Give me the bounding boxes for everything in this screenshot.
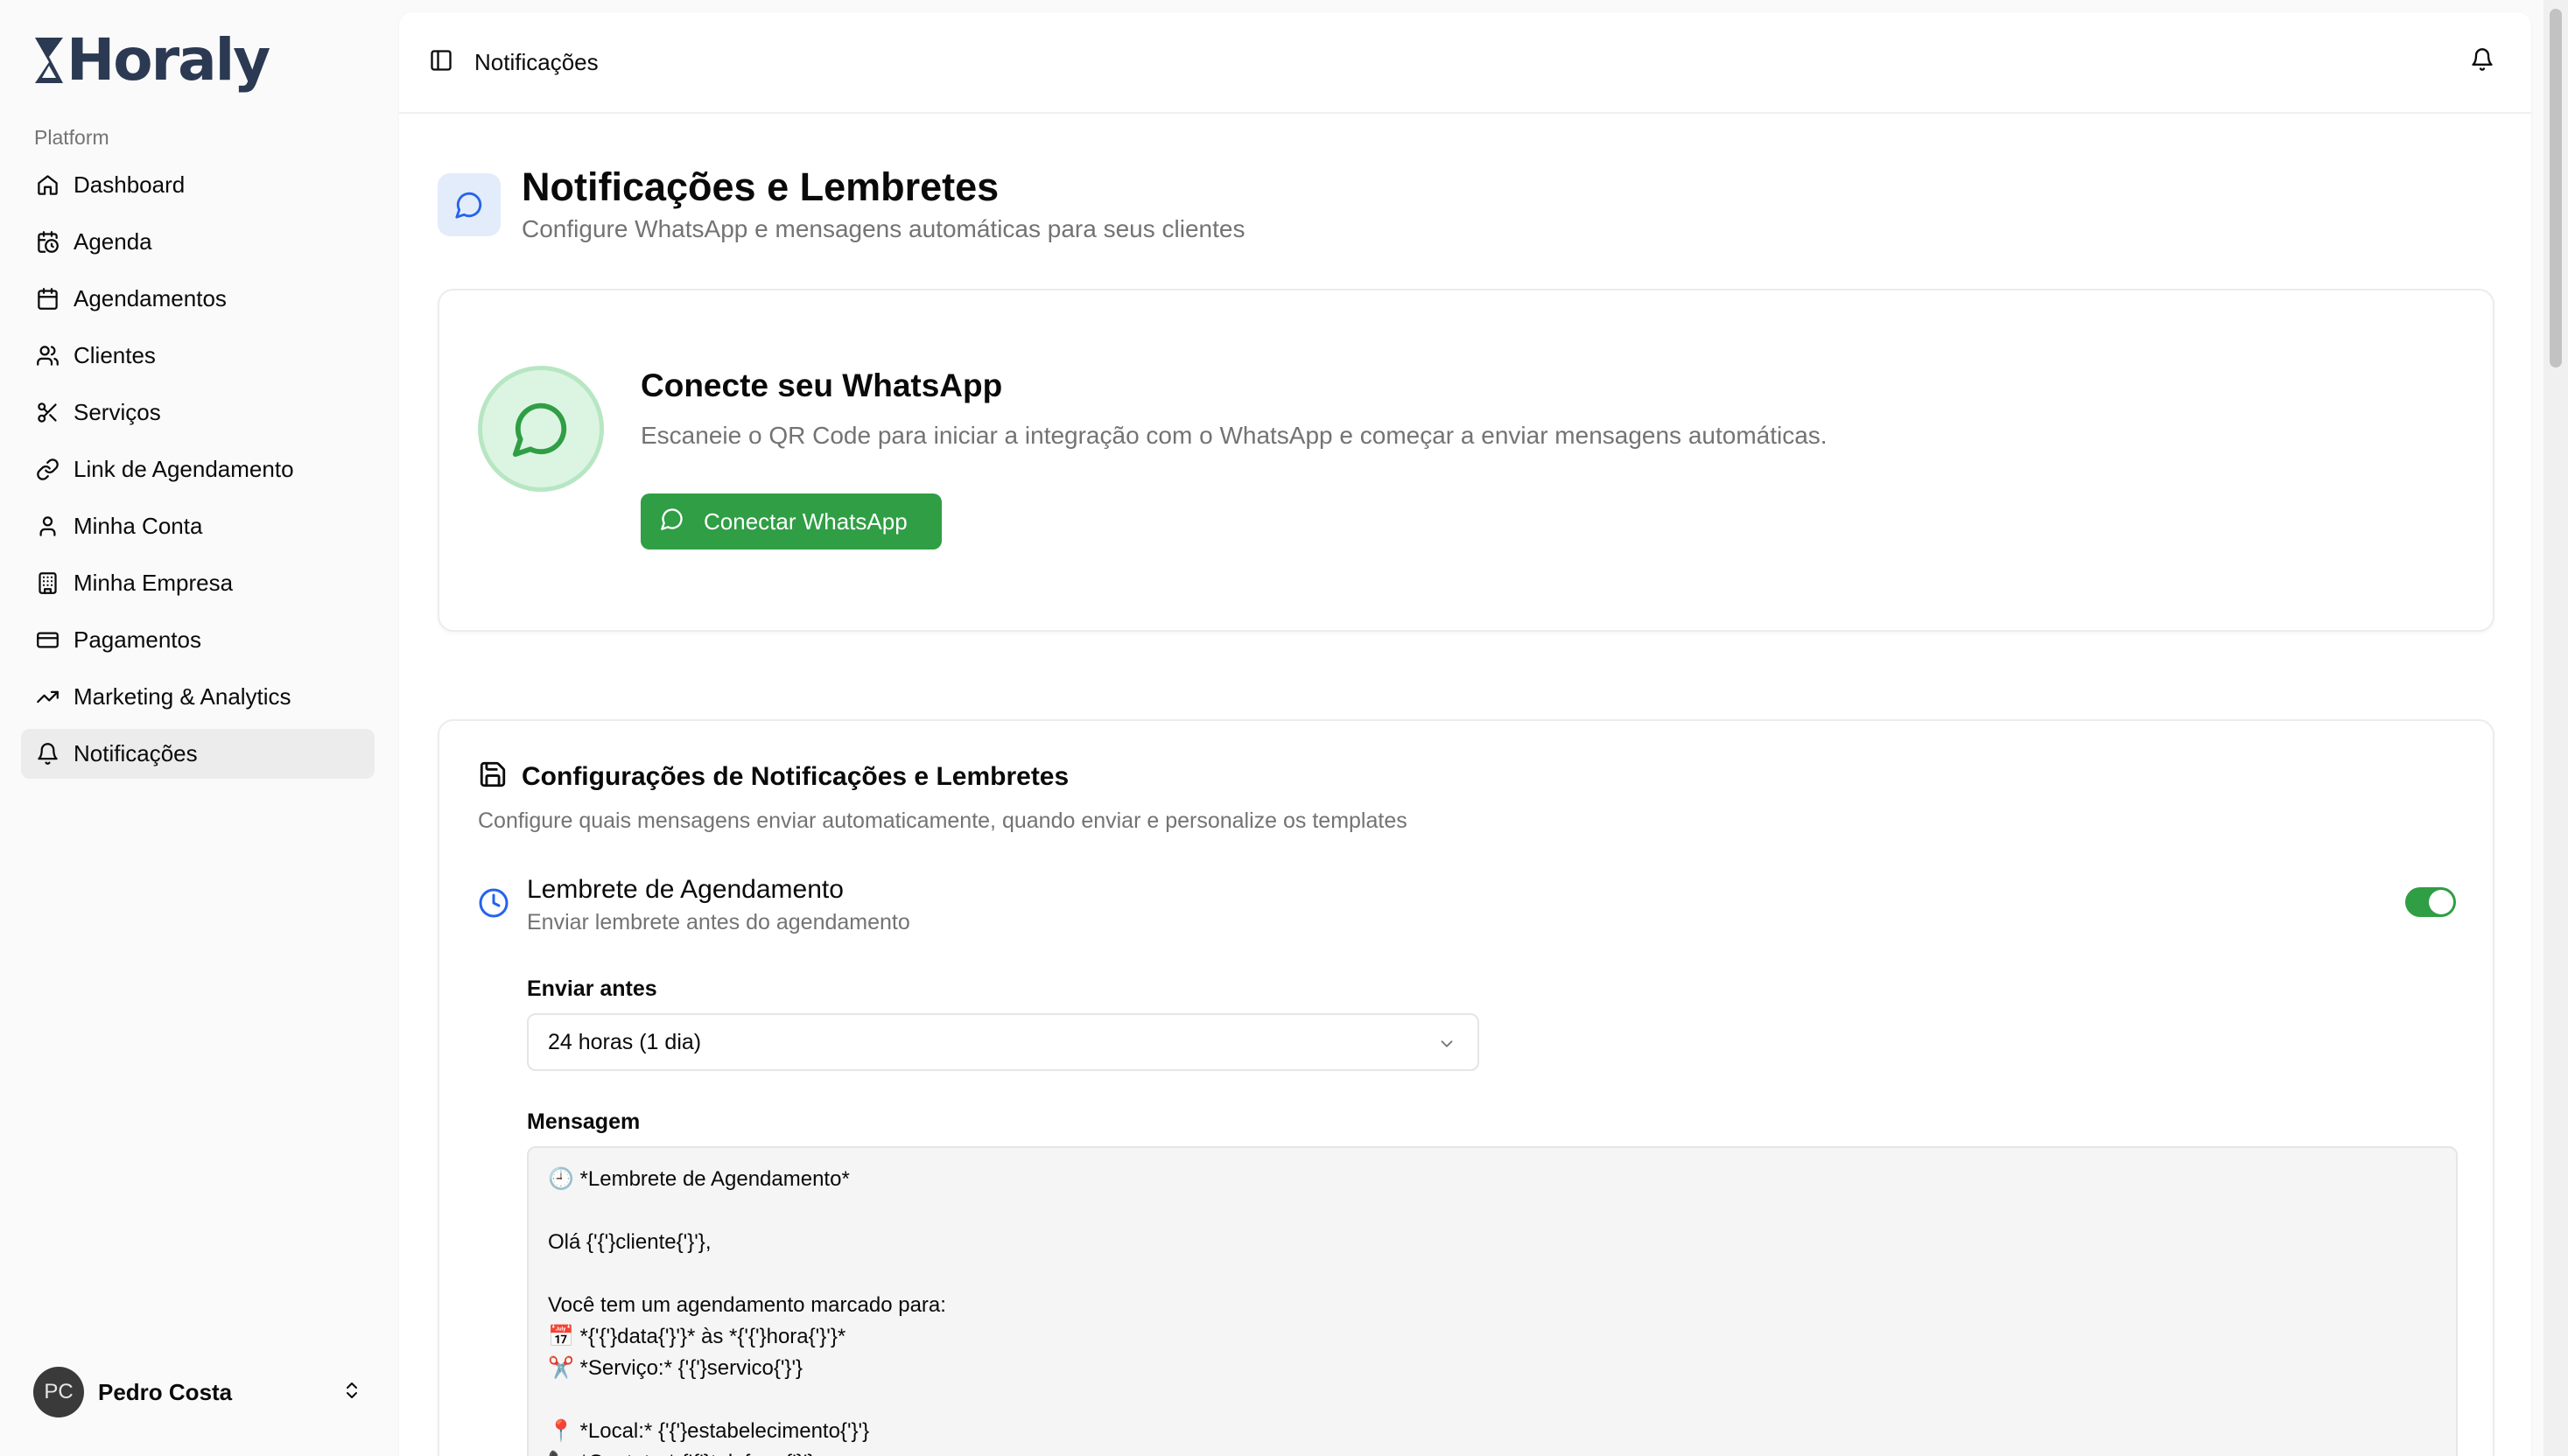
message-textarea[interactable]: 🕘 *Lembrete de Agendamento* Olá {'{'}cli…: [527, 1146, 2458, 1456]
message-line: 📍 *Local:* {'{'}estabelecimento{'}'}: [548, 1419, 870, 1443]
sidebar-item-marketing[interactable]: Marketing & Analytics: [21, 672, 375, 722]
user-icon: [35, 514, 60, 539]
trending-up-icon: [35, 685, 60, 710]
send-before-value: 24 horas (1 dia): [548, 1029, 702, 1054]
credit-card-icon: [35, 628, 60, 653]
sidebar-item-label: Dashboard: [74, 172, 186, 198]
message-line: Olá {'{'}cliente{'}'},: [548, 1230, 712, 1254]
sidebar-item-pagamentos[interactable]: Pagamentos: [21, 615, 375, 665]
sidebar-item-minha-conta[interactable]: Minha Conta: [21, 501, 375, 551]
settings-title: Configurações de Notificações e Lembrete…: [522, 761, 1070, 791]
users-icon: [35, 344, 60, 368]
send-before-select[interactable]: 24 horas (1 dia): [527, 1013, 1479, 1071]
sidebar-item-label: Link de Agendamento: [74, 456, 294, 482]
topbar: Notificações: [399, 12, 2531, 114]
sidebar-item-agendamentos[interactable]: Agendamentos: [21, 274, 375, 324]
home-icon: [35, 173, 60, 198]
sidebar-item-dashboard[interactable]: Dashboard: [21, 160, 375, 210]
notification-settings-card: Configurações de Notificações e Lembrete…: [438, 719, 2494, 1456]
message-line: [548, 1384, 2437, 1416]
message-line: 🕘 *Lembrete de Agendamento*: [548, 1167, 850, 1191]
sidebar-item-label: Notificações: [74, 740, 198, 766]
page-title: Notificações e Lembretes: [522, 164, 1000, 209]
sidebar-item-label: Serviços: [74, 399, 161, 425]
message-line: [548, 1258, 2437, 1290]
user-name: Pedro Costa: [98, 1378, 233, 1405]
whatsapp-card-subtitle: Escaneie o QR Code para iniciar a integr…: [641, 422, 1828, 449]
message-line: 📅 *{'{'}data{'}'}* às *{'{'}hora{'}'}*: [548, 1325, 846, 1348]
sidebar-item-label: Agendamentos: [74, 285, 227, 312]
sidebar-item-servicos[interactable]: Serviços: [21, 388, 375, 438]
breadcrumb: Notificações: [474, 48, 599, 75]
sidebar-item-label: Pagamentos: [74, 626, 201, 653]
brand-name: Horaly: [67, 26, 270, 94]
connect-whatsapp-button[interactable]: Conectar WhatsApp: [641, 494, 942, 550]
message-line: 📞 *Contato:* {'{'}telefone{'}'}: [548, 1447, 2437, 1456]
sidebar-item-link-agendamento[interactable]: Link de Agendamento: [21, 444, 375, 494]
sidebar-item-clientes[interactable]: Clientes: [21, 331, 375, 381]
scrollbar-thumb[interactable]: [2550, 9, 2562, 368]
sidebar-item-label: Clientes: [74, 342, 156, 368]
notifications-bell-icon[interactable]: [2470, 47, 2494, 76]
building-icon: [35, 571, 60, 596]
brand-logo[interactable]: Horaly: [33, 26, 270, 94]
connect-whatsapp-label: Conectar WhatsApp: [704, 508, 908, 535]
reminder-title: Lembrete de Agendamento: [527, 875, 844, 904]
message-line: Você tem um agendamento marcado para:: [548, 1293, 946, 1317]
page-scrollbar[interactable]: [2543, 0, 2568, 1456]
send-before-label: Enviar antes: [527, 976, 657, 1001]
user-menu[interactable]: PC Pedro Costa: [21, 1362, 375, 1423]
chevrons-up-down-icon: [341, 1380, 362, 1405]
whatsapp-icon: [478, 366, 604, 492]
sidebar-item-label: Minha Conta: [74, 513, 203, 539]
avatar: PC: [33, 1367, 84, 1418]
page-subtitle: Configure WhatsApp e mensagens automátic…: [522, 215, 1245, 242]
message-label: Mensagem: [527, 1110, 641, 1134]
reminder-subtitle: Enviar lembrete antes do agendamento: [527, 910, 910, 934]
clock-icon: [478, 887, 509, 923]
bell-icon: [35, 742, 60, 766]
calendar-clock-icon: [35, 230, 60, 255]
main-panel: Notificações Notificações e Lembretes Co…: [399, 12, 2531, 1456]
settings-subtitle: Configure quais mensagens enviar automat…: [478, 808, 1407, 833]
message-circle-icon: [438, 173, 501, 236]
save-icon: [478, 760, 508, 794]
sidebar-item-label: Minha Empresa: [74, 570, 234, 596]
toggle-knob: [2429, 890, 2453, 914]
sidebar-toggle-icon[interactable]: [429, 48, 453, 77]
whatsapp-card-title: Conecte seu WhatsApp: [641, 368, 1003, 403]
nav-group-label: Platform: [34, 126, 109, 149]
scissors-icon: [35, 401, 60, 425]
reminder-toggle[interactable]: [2405, 887, 2456, 917]
sidebar-item-label: Agenda: [74, 228, 152, 255]
whatsapp-connect-card: Conecte seu WhatsApp Escaneie o QR Code …: [438, 289, 2494, 632]
hourglass-logo-icon: [33, 36, 65, 85]
sidebar: Horaly Platform Dashboard Agenda Agendam…: [0, 0, 399, 1456]
message-circle-icon: [660, 507, 684, 537]
sidebar-item-label: Marketing & Analytics: [74, 683, 291, 710]
sidebar-item-minha-empresa[interactable]: Minha Empresa: [21, 558, 375, 608]
sidebar-item-notificacoes[interactable]: Notificações: [21, 729, 375, 779]
settings-header: Configurações de Notificações e Lembrete…: [478, 760, 1069, 794]
page-header: Notificações e Lembretes Configure Whats…: [438, 163, 1245, 243]
message-line: [548, 1195, 2437, 1227]
chevron-down-icon: [1437, 1034, 1456, 1060]
link-icon: [35, 458, 60, 482]
sidebar-item-agenda[interactable]: Agenda: [21, 217, 375, 267]
message-line: ✂️ *Serviço:* {'{'}servico{'}'}: [548, 1356, 803, 1380]
sidebar-nav: Dashboard Agenda Agendamentos Clientes S…: [21, 160, 375, 786]
calendar-icon: [35, 287, 60, 312]
